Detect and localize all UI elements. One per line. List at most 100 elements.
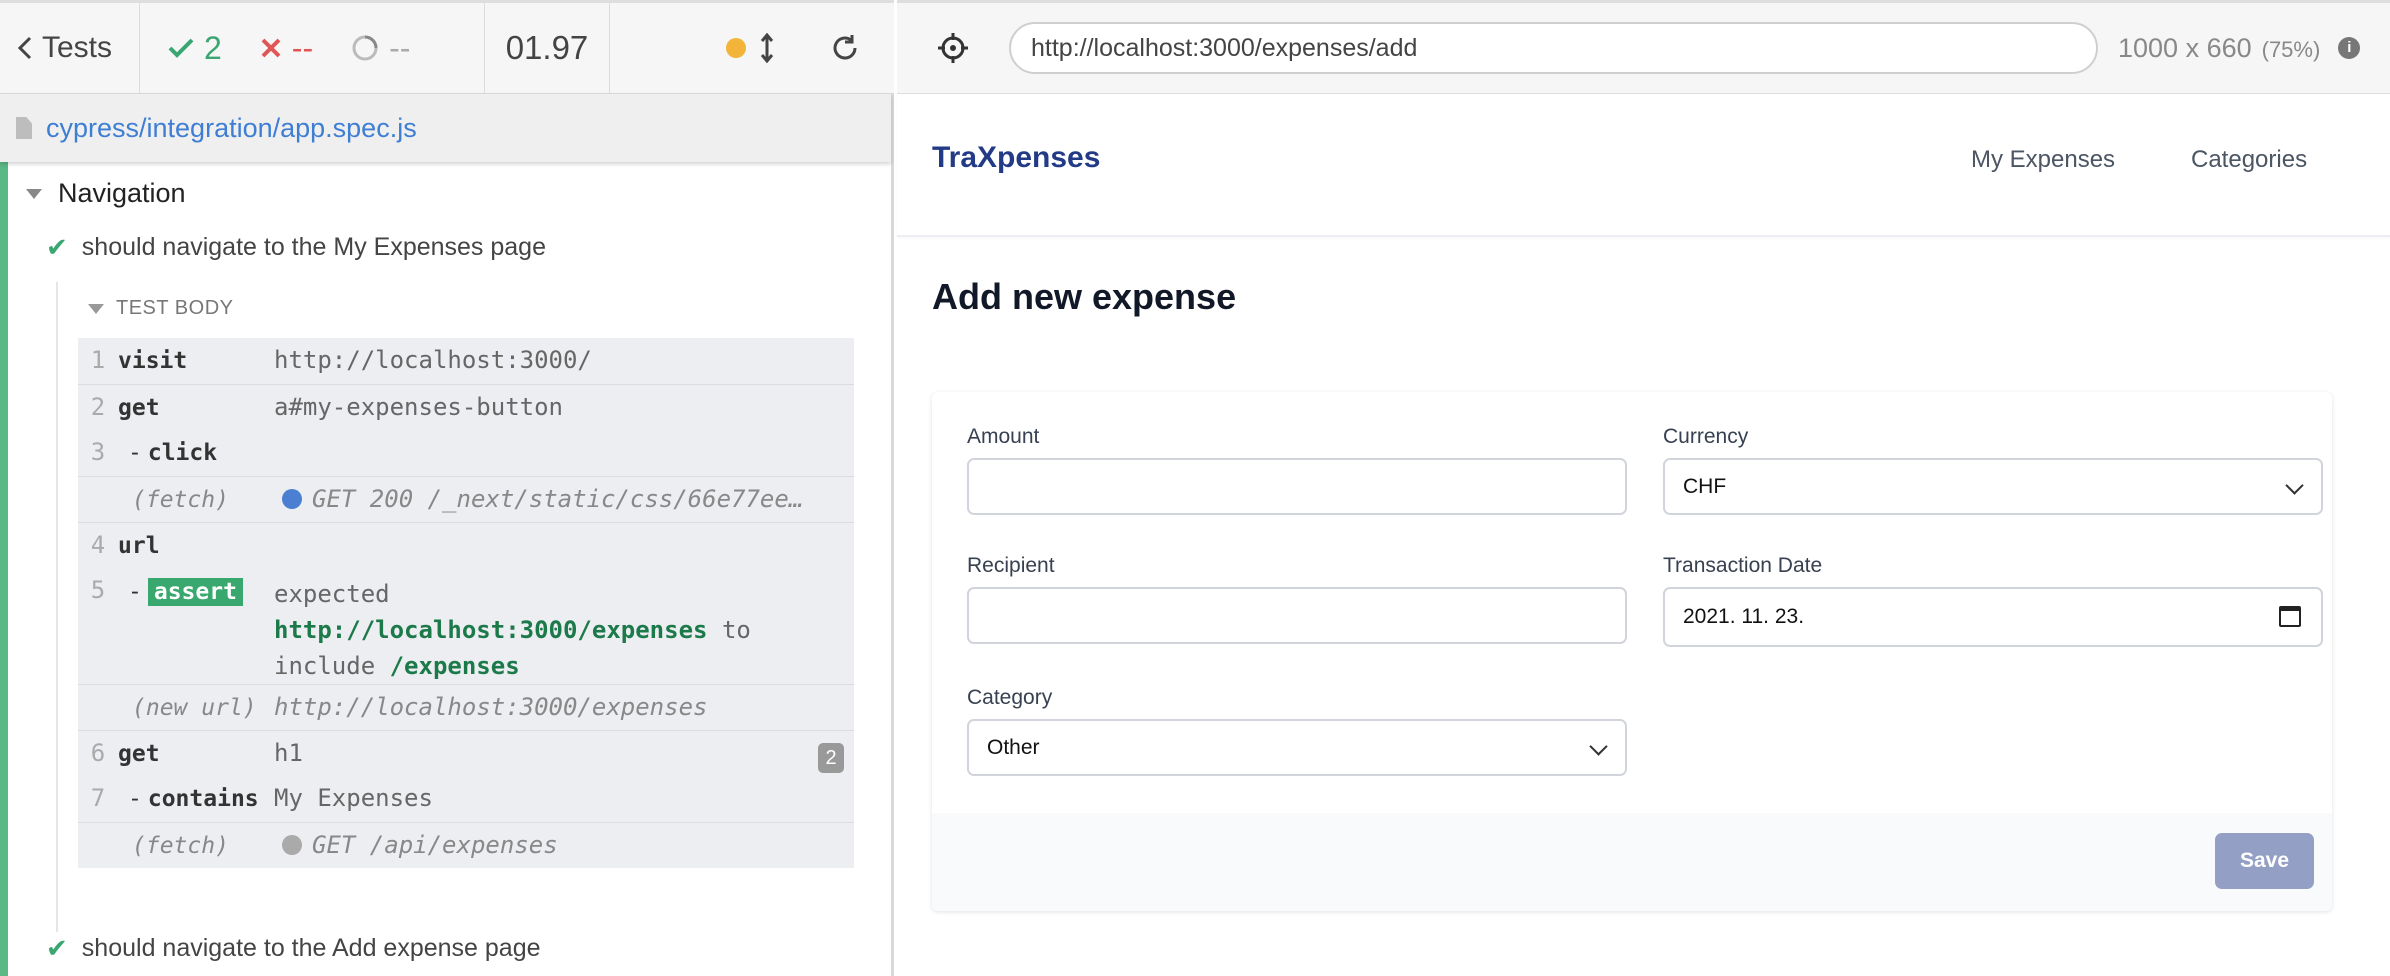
- command-name: click: [118, 430, 274, 476]
- event-row[interactable]: (fetch) GET /api/expenses: [78, 822, 854, 868]
- tests-label: Tests: [42, 31, 113, 64]
- command-row[interactable]: 3 click: [78, 430, 854, 476]
- command-row[interactable]: 6 get h1 2: [78, 730, 854, 776]
- event-row[interactable]: (new url) http://localhost:3000/expenses: [78, 684, 854, 730]
- suite-title[interactable]: Navigation: [26, 178, 186, 209]
- suite-navigation: Navigation ✔ should navigate to the My E…: [0, 162, 891, 976]
- failed-count: --: [291, 29, 314, 66]
- command-row[interactable]: 1 visit http://localhost:3000/: [78, 338, 854, 384]
- app-under-test: TraXpenses My Expenses Categories Add ne…: [897, 94, 2390, 976]
- page-title: Add new expense: [932, 276, 1237, 317]
- command-message: [274, 523, 854, 568]
- test-item[interactable]: ✔ should navigate to the Add expense pag…: [46, 933, 541, 964]
- tests-button[interactable]: Tests: [0, 3, 140, 93]
- command-list: 1 visit http://localhost:3000/ 2 get a#m…: [78, 338, 854, 868]
- suite-status-rail: [0, 162, 8, 976]
- expense-form: Amount Currency CHF Recipient Transactio…: [932, 392, 2332, 911]
- command-number: 2: [90, 393, 106, 421]
- currency-value: CHF: [1683, 474, 1727, 498]
- command-row[interactable]: 2 get a#my-expenses-button: [78, 384, 854, 430]
- test-stats: 2 -- --: [140, 3, 485, 93]
- assert-include: include: [274, 652, 376, 680]
- passed-stat[interactable]: 2: [168, 30, 222, 67]
- run-controls: [610, 3, 894, 93]
- command-name: visit: [118, 348, 188, 374]
- collapse-triangle-icon: [88, 303, 104, 314]
- assert-badge: assert: [147, 578, 243, 606]
- command-log-panel: Tests 2 -- -- 01.97 cypress/integration/…: [0, 0, 894, 976]
- brand-logo[interactable]: TraXpenses: [932, 141, 1100, 175]
- spinner-icon: [352, 35, 378, 61]
- failed-stat[interactable]: --: [260, 30, 313, 67]
- assert-message: expected http://localhost:3000/expenses …: [274, 568, 854, 684]
- nav-my-expenses[interactable]: My Expenses: [1971, 146, 2115, 174]
- calendar-icon[interactable]: [2279, 606, 2301, 627]
- info-icon[interactable]: i: [2338, 37, 2361, 59]
- currency-select[interactable]: CHF: [1663, 458, 2323, 515]
- command-name: assert: [118, 568, 274, 684]
- category-select[interactable]: Other: [967, 719, 1627, 776]
- transaction-date-value: 2021. 11. 23.: [1683, 605, 1805, 628]
- viewport-info: 1000 x 660 (75%): [2118, 33, 2320, 64]
- element-count-badge: 2: [818, 743, 844, 773]
- test-title-text: should navigate to the My Expenses page: [81, 233, 546, 261]
- check-icon: ✔: [46, 232, 68, 262]
- command-row[interactable]: 4 url: [78, 522, 854, 568]
- spec-file-bar: cypress/integration/app.spec.js: [0, 94, 891, 162]
- command-number: 6: [90, 739, 106, 767]
- reporter-header: Tests 2 -- -- 01.97: [0, 0, 894, 94]
- collapse-triangle-icon: [26, 188, 42, 199]
- recipient-label: Recipient: [967, 554, 1055, 577]
- check-icon: [168, 38, 194, 58]
- command-name: url: [118, 533, 160, 559]
- command-message: http://localhost:3000/: [274, 346, 592, 374]
- url-bar[interactable]: http://localhost:3000/expenses/add: [1009, 22, 2098, 74]
- request-status-dot-icon: [282, 489, 302, 509]
- form-footer: Save: [932, 813, 2332, 911]
- event-message: http://localhost:3000/expenses: [274, 693, 708, 721]
- pending-stat[interactable]: --: [351, 30, 410, 67]
- assert-row[interactable]: 5 assert expected http://localhost:3000/…: [78, 568, 854, 684]
- spec-file-link[interactable]: cypress/integration/app.spec.js: [46, 113, 417, 144]
- test-body-rail: [56, 282, 58, 932]
- amount-label: Amount: [967, 425, 1040, 448]
- command-message: a#my-expenses-button: [274, 393, 563, 421]
- command-number: 1: [90, 346, 106, 374]
- check-icon: ✔: [46, 933, 68, 963]
- command-number: 7: [90, 784, 106, 812]
- save-button[interactable]: Save: [2215, 833, 2314, 889]
- event-name: (fetch): [132, 833, 229, 859]
- command-row[interactable]: 7 contains My Expenses: [78, 776, 854, 822]
- command-number: 4: [90, 531, 106, 559]
- request-status-dot-icon: [282, 835, 302, 855]
- x-icon: [261, 38, 281, 58]
- app-navbar: TraXpenses My Expenses Categories: [897, 94, 2390, 237]
- selector-playground-button[interactable]: [897, 32, 1009, 64]
- nav-categories[interactable]: Categories: [2191, 146, 2307, 174]
- amount-input[interactable]: [967, 458, 1627, 515]
- transaction-date-input[interactable]: 2021. 11. 23.: [1663, 587, 2323, 647]
- command-name: get: [118, 741, 160, 767]
- recipient-input[interactable]: [967, 587, 1627, 644]
- chevron-down-icon: [2285, 476, 2304, 495]
- viewport-dimensions: 1000 x 660: [2118, 32, 2252, 63]
- category-value: Other: [987, 735, 1040, 759]
- test-item[interactable]: ✔ should navigate to the My Expenses pag…: [46, 232, 546, 263]
- restart-icon[interactable]: [830, 33, 860, 63]
- command-number: 3: [90, 438, 106, 466]
- event-message: GET /api/expenses: [274, 823, 854, 868]
- preview-header: http://localhost:3000/expenses/add 1000 …: [897, 0, 2390, 94]
- vertical-arrows-icon: [760, 33, 774, 63]
- command-message: [274, 430, 854, 476]
- event-row[interactable]: (fetch) GET 200 /_next/static/css/66e77e…: [78, 476, 854, 522]
- suite-title-text: Navigation: [58, 178, 186, 208]
- command-number: 5: [90, 576, 106, 604]
- assert-to: to: [721, 616, 751, 644]
- assert-actual: http://localhost:3000/expenses: [274, 616, 708, 644]
- event-message: GET 200 /_next/static/css/66e77ee…: [274, 477, 854, 522]
- autoscroll-toggle[interactable]: [726, 33, 774, 63]
- assert-expected-value: /expenses: [389, 652, 520, 680]
- test-body-header[interactable]: TEST BODY: [88, 297, 234, 320]
- viewport-scale: (75%): [2261, 36, 2321, 62]
- event-message-text: GET 200 /_next/static/css/66e77ee…: [312, 485, 804, 513]
